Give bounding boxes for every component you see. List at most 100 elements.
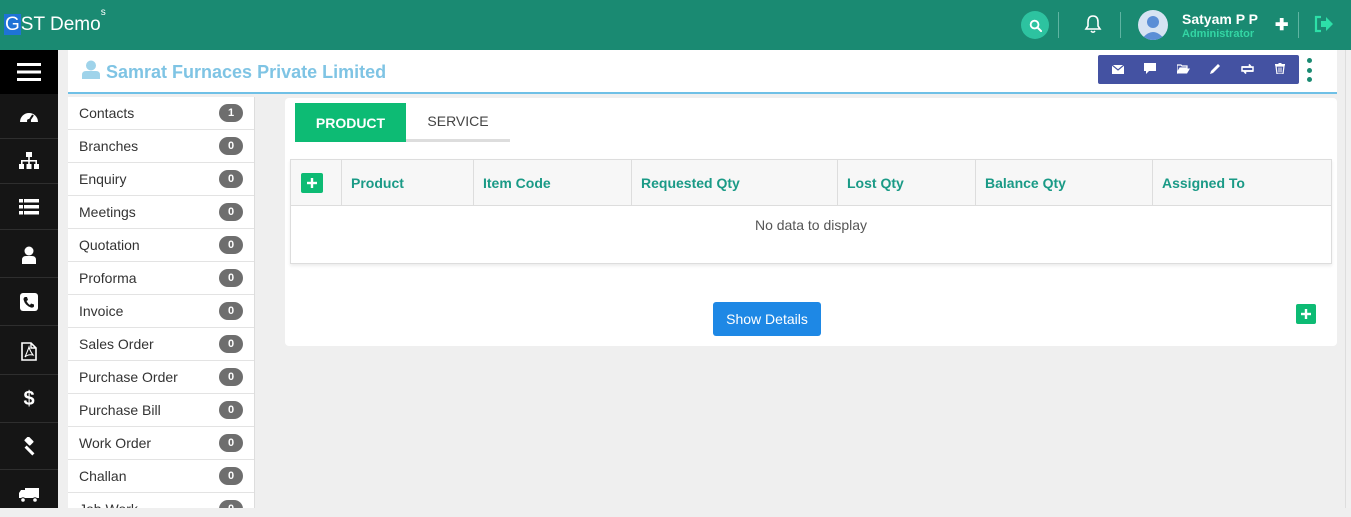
search-button[interactable]	[1021, 11, 1049, 39]
items-panel: PRODUCT SERVICE Product Item Code Reques…	[285, 98, 1337, 346]
page-scrollbar[interactable]	[1345, 50, 1351, 508]
count-badge: 0	[219, 302, 243, 320]
notifications-button[interactable]	[1084, 14, 1102, 39]
sidebar-item[interactable]: Enquiry 0	[68, 163, 254, 196]
list-icon	[19, 199, 39, 215]
tab-service[interactable]: SERVICE	[406, 103, 510, 142]
count-badge: 0	[219, 401, 243, 419]
nav-list[interactable]	[0, 185, 58, 229]
record-toolbar	[1098, 55, 1299, 84]
more-options-button[interactable]	[1305, 58, 1313, 82]
nav-user[interactable]	[0, 233, 58, 277]
sidebar-item[interactable]: Work Order 0	[68, 427, 254, 460]
nav-gavel[interactable]	[0, 424, 58, 468]
nav-pdf[interactable]	[0, 329, 58, 373]
divider	[0, 422, 58, 423]
sidebar-item[interactable]: Purchase Bill 0	[68, 394, 254, 427]
sidebar-item[interactable]: Purchase Order 0	[68, 361, 254, 394]
column-header-product[interactable]: Product	[341, 160, 473, 205]
dashboard-icon	[20, 113, 38, 123]
add-item-button[interactable]	[1296, 304, 1316, 324]
plus-icon: ✚	[1275, 17, 1289, 34]
divider	[1058, 12, 1059, 38]
sidebar-item-label: Enquiry	[79, 171, 127, 187]
sidebar-item-label: Meetings	[79, 204, 136, 220]
sitemap-icon	[19, 152, 39, 169]
grid-header: Product Item Code Requested Qty Lost Qty…	[291, 160, 1331, 206]
count-badge: 1	[219, 104, 243, 122]
count-badge: 0	[219, 368, 243, 386]
add-row-button[interactable]	[301, 173, 323, 193]
menu-toggle[interactable]	[0, 50, 58, 94]
empty-message: No data to display	[754, 217, 868, 233]
pdf-icon	[21, 341, 37, 361]
sidebar-item-label: Branches	[79, 138, 139, 154]
column-header-assigned-to[interactable]: Assigned To	[1152, 160, 1331, 205]
related-records-list: Contacts 1 Branches 0 Enquiry 0 Meetings 0 Quota…	[68, 97, 255, 508]
sidebar-item[interactable]: Invoice 0	[68, 295, 254, 328]
search-icon	[1029, 19, 1042, 32]
user-icon	[22, 246, 36, 264]
sidebar-item[interactable]: Proforma 0	[68, 262, 254, 295]
sidebar-item[interactable]: Challan 0	[68, 460, 254, 493]
sidebar-item[interactable]: Job Work 0	[68, 493, 254, 508]
count-badge: 0	[219, 335, 243, 353]
items-grid: Product Item Code Requested Qty Lost Qty…	[290, 159, 1332, 264]
company-name: Samrat Furnaces Private Limited	[106, 62, 387, 82]
nav-truck[interactable]	[0, 473, 58, 517]
avatar[interactable]	[1138, 10, 1168, 40]
divider	[0, 374, 58, 375]
count-badge: 0	[219, 137, 243, 155]
sidebar-item[interactable]: Quotation 0	[68, 229, 254, 262]
count-badge: 0	[219, 236, 243, 254]
user-name[interactable]: Satyam P P	[1182, 11, 1258, 27]
plus-icon	[307, 178, 317, 188]
column-header-item-code[interactable]: Item Code	[473, 160, 631, 205]
app-logo-sup: s	[100, 6, 106, 18]
nav-dashboard[interactable]	[0, 94, 58, 138]
divider	[0, 277, 58, 278]
sidebar-item[interactable]: Branches 0	[68, 130, 254, 163]
column-header-requested-qty[interactable]: Requested Qty	[631, 160, 837, 205]
sidebar-item[interactable]: Contacts 1	[68, 97, 254, 130]
add-button[interactable]: ✚	[1275, 15, 1288, 35]
sidebar-item[interactable]: Sales Order 0	[68, 328, 254, 361]
sidebar-item-label: Work Order	[79, 435, 152, 451]
show-details-button[interactable]: Show Details	[713, 302, 821, 336]
count-badge: 0	[219, 203, 243, 221]
app-logo-letter: G	[4, 14, 21, 35]
logout-button[interactable]	[1313, 14, 1335, 39]
exchange-icon	[1241, 63, 1255, 74]
column-header-lost-qty[interactable]: Lost Qty	[837, 160, 975, 205]
column-header-balance-qty[interactable]: Balance Qty	[975, 160, 1152, 205]
edit-button[interactable]	[1210, 61, 1221, 79]
envelope-icon	[1111, 64, 1125, 74]
app-logo-text: ST Demo	[20, 14, 101, 35]
sidebar-item-label: Contacts	[79, 105, 135, 121]
sidebar-item[interactable]: Meetings 0	[68, 196, 254, 229]
top-bar: GST Demos Satyam P P Administrator ✚	[0, 0, 1351, 50]
nav-dollar[interactable]: $	[0, 377, 58, 421]
count-badge: 0	[219, 467, 243, 485]
left-nav: $	[0, 50, 58, 508]
email-button[interactable]	[1111, 61, 1125, 79]
convert-button[interactable]	[1241, 61, 1255, 79]
user-role: Administrator	[1182, 28, 1255, 40]
divider	[1298, 12, 1299, 38]
tab-product[interactable]: PRODUCT	[295, 103, 406, 142]
delete-button[interactable]	[1274, 61, 1285, 79]
folder-button[interactable]	[1176, 61, 1190, 79]
comment-button[interactable]	[1144, 61, 1157, 79]
phone-icon	[20, 293, 38, 311]
nav-phone[interactable]	[0, 280, 58, 324]
user-icon	[82, 60, 100, 79]
sidebar-item-label: Proforma	[79, 270, 137, 286]
nav-branches[interactable]	[0, 139, 58, 183]
sidebar-item-label: Invoice	[79, 303, 124, 319]
app-logo[interactable]: GST Demos	[4, 7, 106, 36]
sidebar-item-label: Quotation	[79, 237, 140, 253]
sidebar-item-label: Purchase Bill	[79, 402, 161, 418]
logout-icon	[1314, 15, 1333, 33]
sidebar-item-label: Sales Order	[79, 336, 154, 352]
plus-icon	[1301, 309, 1311, 319]
